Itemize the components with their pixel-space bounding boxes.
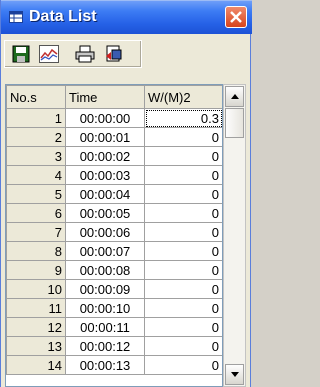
save-icon — [12, 45, 30, 63]
value-cell[interactable]: 0 — [144, 355, 222, 375]
time-cell[interactable]: 00:00:11 — [65, 317, 145, 337]
table-row[interactable]: 10 00:00:09 0 — [6, 279, 222, 299]
table-header-row: No.s Time W/(M)2 — [6, 85, 222, 109]
time-cell[interactable]: 00:00:10 — [65, 298, 145, 318]
value-cell[interactable]: 0 — [144, 260, 222, 280]
time-cell[interactable]: 00:00:07 — [65, 241, 145, 261]
time-cell[interactable]: 00:00:06 — [65, 222, 145, 242]
table-row[interactable]: 2 00:00:01 0 — [6, 127, 222, 147]
time-cell[interactable]: 00:00:03 — [65, 165, 145, 185]
row-number-cell[interactable]: 6 — [6, 203, 66, 223]
table-row[interactable]: 8 00:00:07 0 — [6, 241, 222, 261]
scroll-thumb[interactable] — [225, 108, 244, 138]
table-row[interactable]: 3 00:00:02 0 — [6, 146, 222, 166]
table-row[interactable]: 6 00:00:05 0 — [6, 203, 222, 223]
time-cell[interactable]: 00:00:01 — [65, 127, 145, 147]
value-cell[interactable]: 0 — [144, 336, 222, 356]
row-number-cell[interactable]: 2 — [6, 127, 66, 147]
column-header-value[interactable]: W/(M)2 — [144, 85, 222, 109]
row-number-cell[interactable]: 7 — [6, 222, 66, 242]
data-list-window: Data List No.s Time W/(M)2 1 00:00:00 0.… — [0, 0, 252, 387]
table-row[interactable]: 12 00:00:11 0 — [6, 317, 222, 337]
row-number-cell[interactable]: 13 — [6, 336, 66, 356]
export-icon — [106, 45, 122, 62]
value-cell[interactable]: 0 — [144, 165, 222, 185]
table-row[interactable]: 5 00:00:04 0 — [6, 184, 222, 204]
close-icon — [230, 11, 242, 23]
value-cell[interactable]: 0 — [144, 317, 222, 337]
chart-icon — [39, 45, 59, 63]
row-number-cell[interactable]: 12 — [6, 317, 66, 337]
time-cell[interactable]: 00:00:05 — [65, 203, 145, 223]
table-row[interactable]: 11 00:00:10 0 — [6, 298, 222, 318]
value-cell[interactable]: 0.3 — [144, 108, 222, 128]
table-row[interactable]: 7 00:00:06 0 — [6, 222, 222, 242]
data-table: No.s Time W/(M)2 1 00:00:00 0.3 2 00:00:01 0 3… — [6, 85, 222, 375]
value-cell[interactable]: 0 — [144, 184, 222, 204]
data-grid[interactable]: No.s Time W/(M)2 1 00:00:00 0.3 2 00:00:01 0 3… — [5, 84, 223, 387]
toolbar — [2, 34, 249, 80]
chart-button[interactable] — [37, 42, 61, 66]
time-cell[interactable]: 00:00:04 — [65, 184, 145, 204]
value-cell[interactable]: 0 — [144, 222, 222, 242]
value-cell[interactable]: 0 — [144, 241, 222, 261]
time-cell[interactable]: 00:00:08 — [65, 260, 145, 280]
row-number-cell[interactable]: 5 — [6, 184, 66, 204]
value-cell[interactable]: 0 — [144, 298, 222, 318]
table-row[interactable]: 14 00:00:13 0 — [6, 355, 222, 375]
table-row[interactable]: 13 00:00:12 0 — [6, 336, 222, 356]
column-header-time[interactable]: Time — [65, 85, 145, 109]
scroll-up-button[interactable] — [225, 86, 244, 107]
row-number-cell[interactable]: 10 — [6, 279, 66, 299]
vertical-scrollbar[interactable] — [223, 84, 246, 387]
row-number-cell[interactable]: 1 — [6, 108, 66, 128]
save-button[interactable] — [9, 42, 33, 66]
table-row[interactable]: 9 00:00:08 0 — [6, 260, 222, 280]
row-number-cell[interactable]: 3 — [6, 146, 66, 166]
row-number-cell[interactable]: 4 — [6, 165, 66, 185]
print-button[interactable] — [73, 42, 97, 66]
arrow-down-icon — [230, 372, 239, 377]
column-header-no[interactable]: No.s — [6, 85, 66, 109]
table-row[interactable]: 4 00:00:03 0 — [6, 165, 222, 185]
close-button[interactable] — [225, 6, 247, 28]
time-cell[interactable]: 00:00:12 — [65, 336, 145, 356]
value-cell[interactable]: 0 — [144, 203, 222, 223]
value-cell[interactable]: 0 — [144, 146, 222, 166]
export-button[interactable] — [102, 42, 126, 66]
table-row[interactable]: 1 00:00:00 0.3 — [6, 108, 222, 128]
row-number-cell[interactable]: 11 — [6, 298, 66, 318]
time-cell[interactable]: 00:00:02 — [65, 146, 145, 166]
value-cell[interactable]: 0 — [144, 279, 222, 299]
time-cell[interactable]: 00:00:09 — [65, 279, 145, 299]
title-bar[interactable]: Data List — [1, 0, 252, 34]
time-cell[interactable]: 00:00:13 — [65, 355, 145, 375]
row-number-cell[interactable]: 8 — [6, 241, 66, 261]
scroll-down-button[interactable] — [225, 364, 244, 385]
print-icon — [75, 45, 95, 63]
table-icon — [9, 11, 23, 23]
row-number-cell[interactable]: 9 — [6, 260, 66, 280]
window-title: Data List — [29, 8, 97, 25]
row-number-cell[interactable]: 14 — [6, 355, 66, 375]
value-cell[interactable]: 0 — [144, 127, 222, 147]
arrow-up-icon — [230, 94, 239, 99]
time-cell[interactable]: 00:00:00 — [65, 108, 145, 128]
